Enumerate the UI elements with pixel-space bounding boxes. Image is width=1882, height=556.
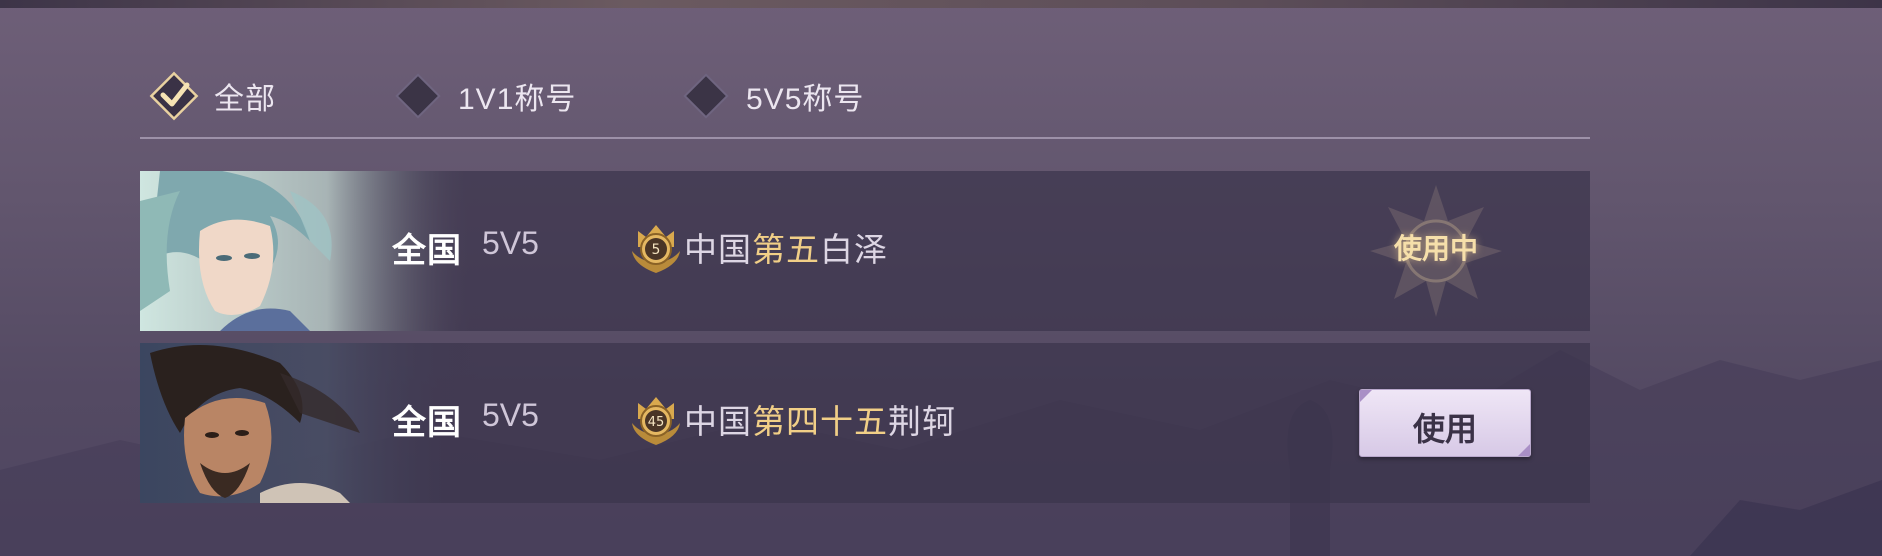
title-name: 中国第四十五荆轲 bbox=[684, 395, 956, 443]
top-edge-strip bbox=[0, 0, 1882, 8]
title-name: 中国第五白泽 bbox=[684, 223, 888, 271]
title-row[interactable]: 全国 5V5 5 中国第五白泽 使用中 bbox=[140, 171, 1590, 331]
filter-1v1[interactable]: 1V1称号 bbox=[390, 66, 576, 126]
title-highlight: 第四十五 bbox=[752, 403, 888, 440]
title-highlight: 第五 bbox=[752, 231, 820, 268]
use-title-button[interactable]: 使用 bbox=[1359, 389, 1531, 457]
filter-5v5[interactable]: 5V5称号 bbox=[678, 66, 864, 126]
title-prefix: 中国 bbox=[684, 231, 752, 268]
title-suffix: 白泽 bbox=[820, 231, 888, 268]
filter-1v1-label: 1V1称号 bbox=[458, 83, 577, 116]
button-corner-accent bbox=[1360, 390, 1372, 402]
filter-all[interactable]: 全部 bbox=[146, 66, 276, 126]
diamond-check-icon bbox=[146, 68, 202, 124]
rank-number: 45 bbox=[648, 415, 665, 430]
region-label: 全国 bbox=[392, 232, 462, 270]
rank-badge-icon: 5 bbox=[624, 217, 688, 281]
mode-label: 5V5 bbox=[482, 397, 539, 433]
title-row[interactable]: 全国 5V5 45 中国第四十五荆轲 使用 bbox=[140, 343, 1590, 503]
in-use-indicator: 使用中 bbox=[1366, 181, 1506, 321]
diamond-icon bbox=[390, 68, 446, 124]
diamond-icon bbox=[678, 68, 734, 124]
rank-number: 5 bbox=[652, 242, 661, 258]
filter-divider bbox=[140, 137, 1590, 139]
title-filter-bar: 全部 1V1称号 5V5称号 bbox=[146, 66, 1590, 138]
region-label: 全国 bbox=[392, 404, 462, 442]
rank-badge-icon: 45 bbox=[624, 389, 688, 453]
in-use-label: 使用中 bbox=[1393, 233, 1478, 264]
title-prefix: 中国 bbox=[684, 403, 752, 440]
filter-5v5-label: 5V5称号 bbox=[746, 83, 865, 116]
use-button-label: 使用 bbox=[1412, 411, 1477, 447]
mode-label: 5V5 bbox=[482, 225, 539, 261]
title-suffix: 荆轲 bbox=[888, 403, 956, 440]
filter-all-label: 全部 bbox=[214, 83, 276, 116]
